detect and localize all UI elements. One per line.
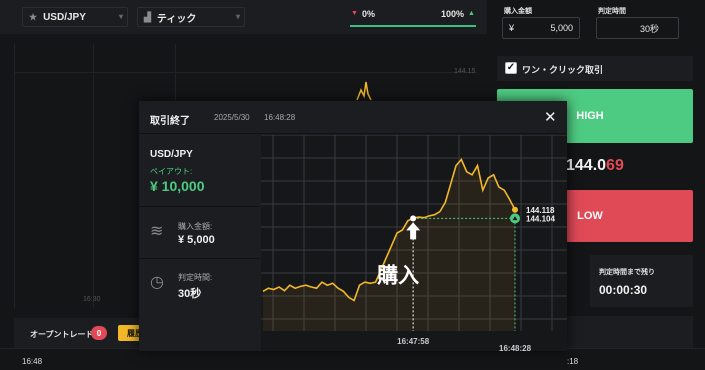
- x-tick-label: 16:48:28: [499, 344, 532, 351]
- countdown-box: 判定時間まで残り 00:00:30: [590, 255, 693, 307]
- trading-screen: ★ USD/JPY ▾ ▟ ティック ▾ ▼ 0% 100% ▲ 144.15 …: [0, 0, 705, 370]
- background-price-label: 144.15: [454, 68, 476, 75]
- chevron-down-icon: ▾: [118, 12, 123, 21]
- row-time-right: :18: [567, 357, 579, 366]
- price-main: 144.0: [566, 157, 607, 174]
- modal-amount-label: 購入金額:: [178, 222, 213, 231]
- one-click-checkbox[interactable]: ✓: [505, 62, 517, 74]
- modal-amount-value: ¥ 5,000: [178, 234, 215, 246]
- trade-list-row: 16:48 :18: [0, 348, 705, 370]
- payout-label: ペイアウト:: [150, 167, 193, 176]
- amount-value: 5,000: [550, 23, 573, 33]
- close-icon[interactable]: ✕: [544, 108, 557, 126]
- modal-duration-value: 30秒: [178, 288, 202, 300]
- pair-select[interactable]: ★ USD/JPY ▾: [22, 7, 128, 27]
- entry-price-label: 144.104: [526, 214, 555, 223]
- current-price: 144.069: [566, 157, 624, 175]
- amount-section: ≋ 購入金額: ¥ 5,000: [139, 207, 260, 259]
- countdown-value: 00:00:30: [599, 283, 648, 297]
- payout-value: ¥ 10,000: [150, 178, 205, 194]
- modal-time: 16:48:28: [264, 113, 296, 122]
- trade-pair: USD/JPY: [150, 149, 193, 160]
- price-tail: 69: [606, 157, 624, 174]
- duration-value: 30秒: [639, 23, 659, 34]
- background-time-label: 16:30: [83, 296, 101, 303]
- grid-line: [93, 44, 94, 308]
- high-button-label: HIGH: [576, 110, 604, 122]
- area-chart-icon: ▟: [144, 11, 151, 22]
- payout-section: USD/JPY ペイアウト: ¥ 10,000: [139, 135, 260, 207]
- entry-point: [410, 215, 417, 222]
- chart-type-select[interactable]: ▟ ティック ▾: [137, 7, 245, 27]
- grid-line: [15, 72, 477, 73]
- open-trades-label[interactable]: オープントレード: [30, 329, 94, 340]
- countdown-label: 判定時間まで残り: [599, 269, 655, 276]
- pair-select-label: USD/JPY: [43, 11, 86, 23]
- background-price-line: [356, 81, 372, 101]
- up-arrow-icon: ▲: [468, 10, 475, 17]
- sentiment-bar: [350, 25, 476, 27]
- close-point: [512, 206, 518, 213]
- amount-input[interactable]: ¥ 5,000: [502, 17, 580, 39]
- low-percentage: 0%: [362, 9, 376, 19]
- chart-toolbar: ★ USD/JPY ▾ ▟ ティック ▾ ▼ 0% 100% ▲: [0, 0, 487, 34]
- down-arrow-icon: ▼: [351, 10, 358, 17]
- price-area: [263, 159, 515, 331]
- open-trades-count: 0: [91, 326, 107, 340]
- modal-duration-label: 判定時間:: [178, 273, 213, 282]
- background-chart-spike: [356, 81, 372, 101]
- star-icon[interactable]: ★: [29, 12, 37, 23]
- duration-section: ◷ 判定時間: 30秒: [139, 259, 260, 311]
- modal-header: 取引終了 2025/5/30 16:48:28 ✕: [139, 101, 567, 134]
- high-percentage: 100%: [441, 9, 465, 19]
- coins-icon: ≋: [150, 223, 164, 240]
- trade-chart-svg: 144.118144.104購入16:47:5816:48:28: [261, 134, 567, 353]
- right-bottom-panel: [566, 316, 693, 348]
- currency-symbol: ¥: [509, 23, 515, 33]
- chart-type-label: ティック: [156, 13, 197, 25]
- duration-label: 判定時間: [598, 8, 626, 15]
- clock-icon: ◷: [150, 274, 164, 291]
- one-click-label: ワン・クリック取引: [522, 65, 604, 75]
- modal-title: 取引終了: [150, 116, 190, 127]
- chevron-down-icon: ▾: [235, 12, 240, 21]
- one-click-toggle[interactable]: ✓ ワン・クリック取引: [497, 56, 693, 81]
- trade-summary: USD/JPY ペイアウト: ¥ 10,000 ≋ 購入金額: ¥ 5,000 …: [139, 135, 260, 351]
- entry-label: 購入: [376, 263, 419, 287]
- trade-chart[interactable]: 144.118 144.104 購入 16:47:58 16:48:28: [261, 134, 567, 353]
- low-button-label: LOW: [577, 210, 603, 222]
- row-time: 16:48: [22, 357, 43, 366]
- amount-label: 購入金額: [504, 8, 532, 15]
- duration-input[interactable]: 30秒: [596, 17, 679, 39]
- x-tick-label: 16:47:58: [397, 337, 430, 346]
- modal-date: 2025/5/30: [214, 113, 250, 122]
- trade-result-modal: 取引終了 2025/5/30 16:48:28 ✕ USD/JPY ペイアウト:…: [139, 101, 567, 353]
